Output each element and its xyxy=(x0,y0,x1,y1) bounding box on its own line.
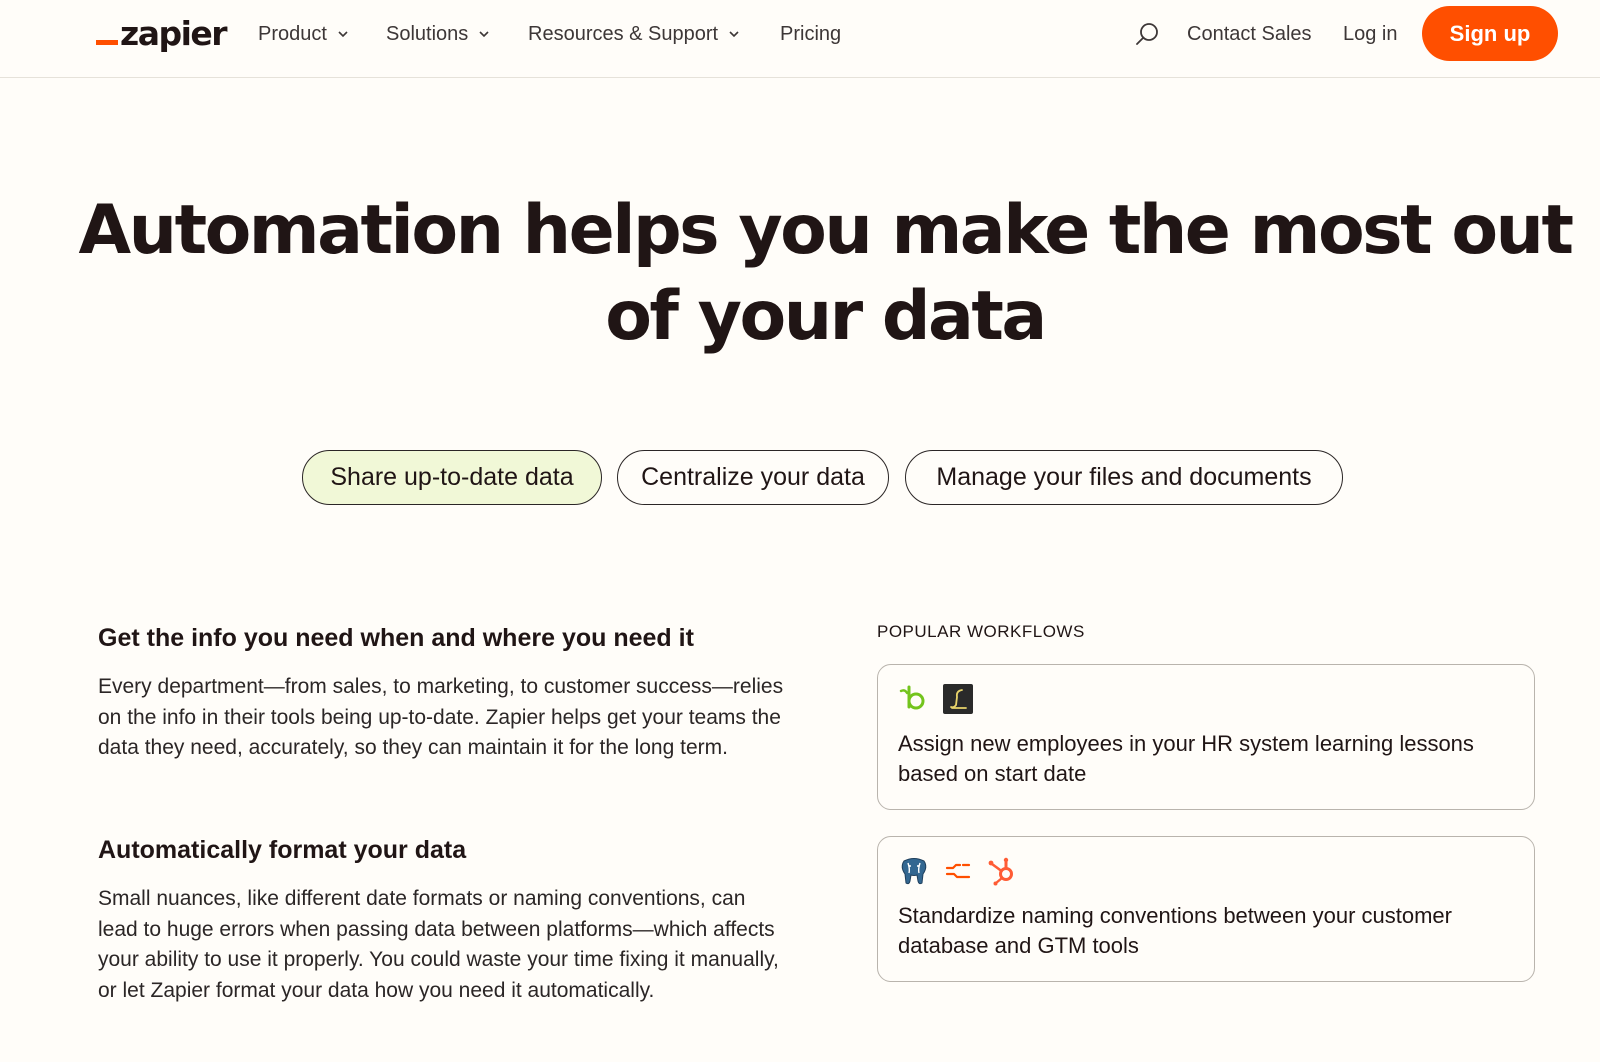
chevron-down-icon xyxy=(729,31,739,38)
bamboohr-icon xyxy=(899,685,925,710)
lessonly-icon xyxy=(943,684,973,714)
nav-item-label: Resources & Support xyxy=(528,22,719,45)
top-nav: zapier Product Solutions Resources & Sup… xyxy=(0,0,1600,78)
formatter-icon xyxy=(945,863,971,879)
logo-underscore xyxy=(96,40,118,45)
logo-text: zapier xyxy=(120,14,228,53)
signup-button[interactable]: Sign up xyxy=(1422,6,1558,61)
nav-item-resources-support[interactable]: Resources & Support xyxy=(528,20,740,48)
section-title: Get the info you need when and where you… xyxy=(98,624,694,652)
contact-sales-link[interactable]: Contact Sales xyxy=(1187,20,1312,48)
workflow-app-icons xyxy=(898,683,974,715)
login-link[interactable]: Log in xyxy=(1343,20,1398,48)
hubspot-icon xyxy=(988,857,1013,886)
workflow-description: Standardize naming conventions between y… xyxy=(898,903,1452,958)
hero-title-line-1: Automation helps you make the most out xyxy=(78,191,1574,270)
chevron-down-icon xyxy=(338,31,348,38)
search-icon[interactable] xyxy=(1134,21,1160,47)
tab-share-up-to-date-data[interactable]: Share up-to-date data xyxy=(302,450,602,505)
section-title: Automatically format your data xyxy=(98,836,467,864)
tab-manage-files-documents[interactable]: Manage your files and documents xyxy=(905,450,1343,505)
workflow-card[interactable]: Standardize naming conventions between y… xyxy=(877,836,1535,982)
chevron-down-icon xyxy=(479,31,489,38)
section-body: Every department—from sales, to marketin… xyxy=(98,675,784,759)
popular-workflows-label: POPULAR WORKFLOWS xyxy=(877,622,1085,641)
zapier-logo[interactable]: zapier xyxy=(96,13,228,53)
tab-centralize-your-data[interactable]: Centralize your data xyxy=(617,450,889,505)
section-body: Small nuances, like different date forma… xyxy=(98,887,779,1002)
postgresql-icon xyxy=(901,858,927,885)
hero-title-line-2: of your data xyxy=(605,277,1047,356)
nav-item-product[interactable]: Product xyxy=(258,20,349,48)
nav-item-solutions[interactable]: Solutions xyxy=(386,20,490,48)
nav-item-label: Product xyxy=(258,22,327,45)
workflow-app-icons xyxy=(898,855,1018,887)
nav-item-pricing[interactable]: Pricing xyxy=(780,20,841,48)
nav-item-label: Pricing xyxy=(780,22,842,45)
hero-title: Automation helps you make the most out o… xyxy=(40,188,1600,360)
workflow-description: Assign new employees in your HR system l… xyxy=(898,731,1474,786)
nav-item-label: Solutions xyxy=(386,22,469,45)
workflow-card[interactable]: Assign new employees in your HR system l… xyxy=(877,664,1535,810)
